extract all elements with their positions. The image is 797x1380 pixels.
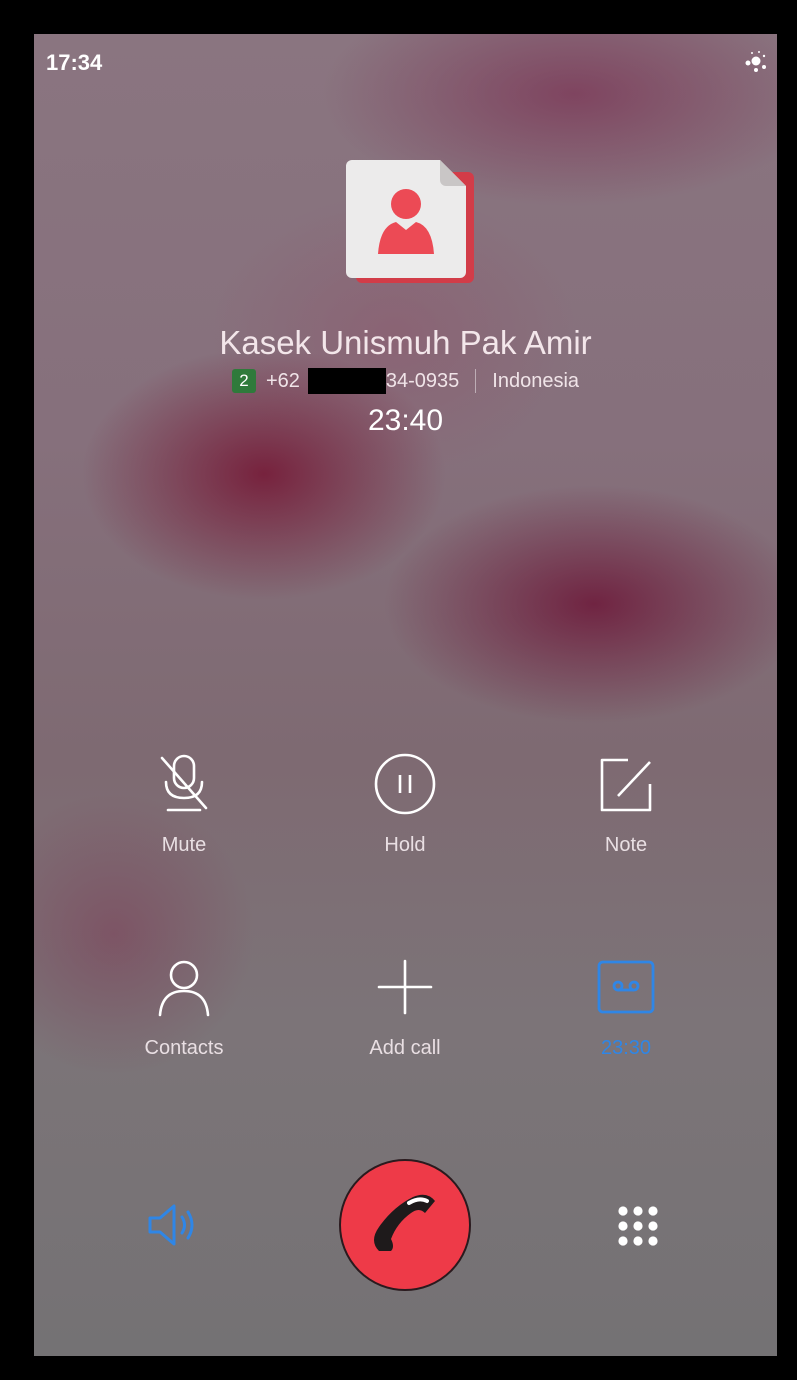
phone-number-row: 2 +62 34-0935 Indonesia [34,368,777,394]
redacted-number-block [307,368,386,394]
mute-label: Mute [161,834,207,856]
number-suffix: 34-0935 [385,369,460,392]
speaker-icon[interactable] [146,1202,202,1253]
number-prefix: +62 [265,369,300,392]
end-call-button[interactable] [339,1159,471,1291]
record-timer-label: 23:30 [600,1037,652,1059]
record-button[interactable]: 23:30 [526,955,726,1060]
contacts-button[interactable]: Contacts [84,955,284,1060]
dialpad-icon[interactable] [616,1204,660,1253]
add-call-label: Add call [369,1037,441,1059]
sim-slot-badge: 2 [231,369,256,393]
contact-avatar-icon[interactable] [346,160,476,285]
call-duration: 23:40 [367,404,444,437]
plus-icon [373,955,437,1019]
status-time: 17:34 [46,50,103,75]
mic-off-icon [152,752,216,816]
hold-label: Hold [384,834,426,856]
recording-tape-icon [594,955,658,1019]
note-button[interactable]: Note [526,752,726,857]
note-edit-icon [594,752,658,816]
contacts-label: Contacts [144,1037,224,1059]
pause-icon [373,752,437,816]
contact-name: Kasek Unismuh Pak Amir [219,324,592,361]
number-divider [475,369,477,393]
hold-button[interactable]: Hold [305,752,505,857]
note-label: Note [604,834,648,856]
mute-button[interactable]: Mute [84,752,284,857]
person-icon [152,955,216,1019]
activity-dots-icon [745,50,767,72]
add-call-button[interactable]: Add call [305,955,505,1060]
region-label: Indonesia [492,369,580,392]
end-call-icon [365,1185,445,1265]
in-call-screen: 17:34 Kasek Unismuh Pak Amir 2 +62 34-09… [34,34,777,1356]
